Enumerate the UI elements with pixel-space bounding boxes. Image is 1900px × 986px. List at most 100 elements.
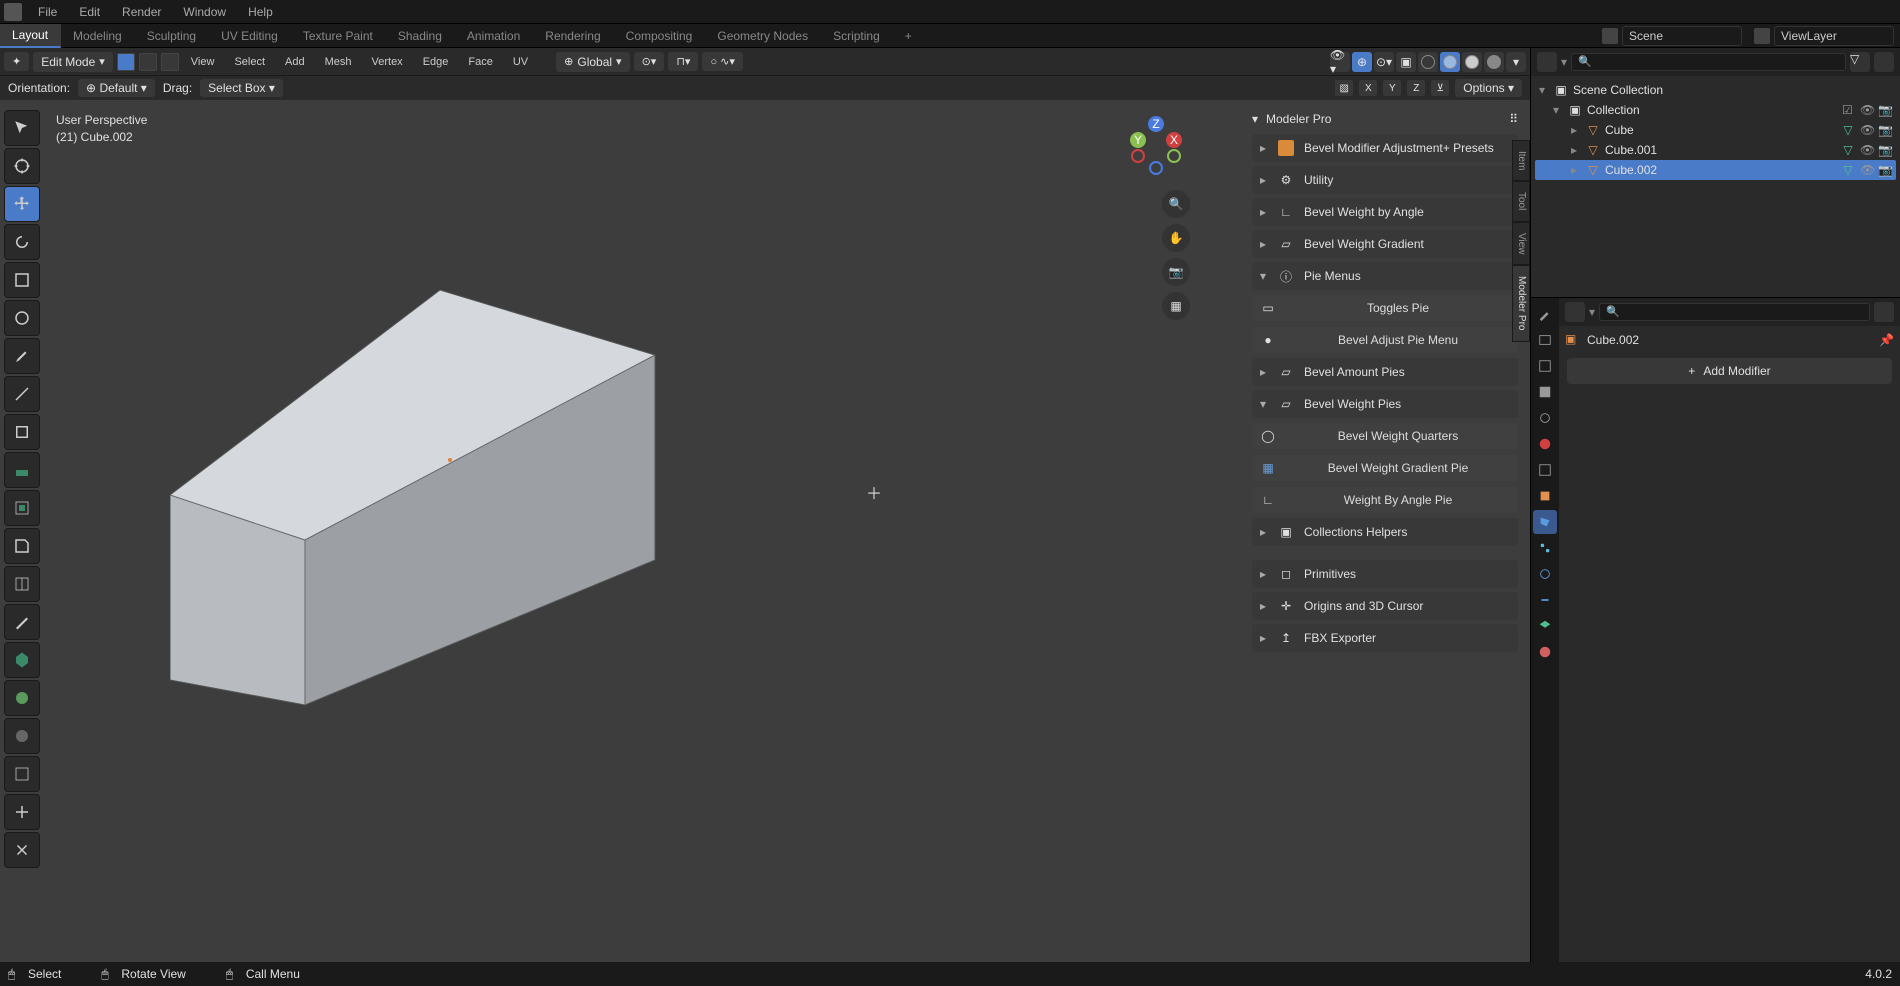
add-menu[interactable]: Add xyxy=(277,53,313,71)
tab-modeler-pro[interactable]: Modeler Pro xyxy=(1512,265,1530,341)
mesh-menu[interactable]: Mesh xyxy=(317,53,360,71)
proportional-edit[interactable]: ○ ∿▾ xyxy=(702,52,742,71)
props-editor-type-icon[interactable] xyxy=(1565,302,1585,322)
face-menu[interactable]: Face xyxy=(460,53,500,71)
mirror-y[interactable]: Y xyxy=(1383,80,1401,96)
editor-type-dropdown[interactable]: ✦ xyxy=(4,52,29,71)
properties-search[interactable] xyxy=(1599,303,1870,321)
section-origins-cursor[interactable]: ▸✛Origins and 3D Cursor xyxy=(1252,592,1518,620)
render-icon[interactable]: 📷 xyxy=(1878,163,1892,177)
pie-bevel-adjust[interactable]: ●Bevel Adjust Pie Menu xyxy=(1252,327,1518,353)
mesh-edit-mode-icon[interactable]: 👁▾ xyxy=(1330,52,1350,72)
face-select-mode[interactable] xyxy=(161,53,179,71)
pie-bevel-weight-quarters[interactable]: ◯Bevel Weight Quarters xyxy=(1252,423,1518,449)
tool-bevel[interactable] xyxy=(4,528,40,564)
menu-edit[interactable]: Edit xyxy=(69,3,110,21)
tab-world-icon[interactable] xyxy=(1533,432,1557,456)
menu-render[interactable]: Render xyxy=(112,3,171,21)
section-bevel-weight-gradient[interactable]: ▸▱Bevel Weight Gradient xyxy=(1252,230,1518,258)
eye-icon[interactable]: 👁 xyxy=(1860,103,1874,117)
tab-viewlayer-icon[interactable] xyxy=(1533,380,1557,404)
tool-scale[interactable] xyxy=(4,262,40,298)
outliner-mode-icon[interactable] xyxy=(1537,52,1557,72)
edge-select-mode[interactable] xyxy=(139,53,157,71)
cube-mesh[interactable] xyxy=(170,285,680,715)
outliner-filter-icon[interactable]: ▽ xyxy=(1850,52,1870,72)
pie-toggles[interactable]: ▭Toggles Pie xyxy=(1252,295,1518,321)
workspace-geonodes[interactable]: Geometry Nodes xyxy=(705,25,821,47)
node-cube001[interactable]: ▸▽Cube.001▽👁📷 xyxy=(1535,140,1896,160)
tool-inset[interactable] xyxy=(4,490,40,526)
tool-smooth[interactable] xyxy=(4,718,40,754)
section-bevel-modifier[interactable]: ▸Bevel Modifier Adjustment+ Presets xyxy=(1252,134,1518,162)
tab-output-icon[interactable] xyxy=(1533,354,1557,378)
edge-menu[interactable]: Edge xyxy=(415,53,457,71)
tool-select-box[interactable] xyxy=(4,110,40,146)
scene-name-input[interactable] xyxy=(1622,26,1742,46)
section-utility[interactable]: ▸⚙Utility xyxy=(1252,166,1518,194)
menu-window[interactable]: Window xyxy=(173,3,236,21)
panel-title[interactable]: ▾Modeler Pro⠿ xyxy=(1252,108,1518,130)
render-icon[interactable]: 📷 xyxy=(1878,143,1892,157)
wireframe-shading[interactable] xyxy=(1418,52,1438,72)
section-bevel-weight-pies[interactable]: ▾▱Bevel Weight Pies xyxy=(1252,390,1518,418)
mirror-toggle[interactable]: ▧ xyxy=(1335,80,1353,96)
xray-toggle[interactable]: ▣ xyxy=(1396,52,1416,72)
eye-icon[interactable]: 👁 xyxy=(1860,123,1874,137)
menu-help[interactable]: Help xyxy=(238,3,283,21)
workspace-shading[interactable]: Shading xyxy=(386,25,455,47)
uv-menu[interactable]: UV xyxy=(505,53,536,71)
tool-edgeslide[interactable] xyxy=(4,756,40,792)
tool-add-cube[interactable] xyxy=(4,414,40,450)
eye-icon[interactable]: 👁 xyxy=(1860,143,1874,157)
perspective-icon[interactable]: ▦ xyxy=(1162,292,1190,320)
scene-selector[interactable] xyxy=(1596,26,1748,46)
show-overlays[interactable]: ⊙▾ xyxy=(1374,52,1394,72)
tab-modifier-icon[interactable] xyxy=(1533,510,1557,534)
section-primitives[interactable]: ▸◻Primitives xyxy=(1252,560,1518,588)
outliner-search[interactable] xyxy=(1571,53,1846,71)
tab-physics-icon[interactable] xyxy=(1533,562,1557,586)
tool-polybuild[interactable] xyxy=(4,642,40,678)
transform-orientation-dropdown[interactable]: ⊕ Global ▾ xyxy=(556,52,629,72)
workspace-modeling[interactable]: Modeling xyxy=(61,25,135,47)
options-dropdown[interactable]: Options ▾ xyxy=(1455,79,1522,97)
view-menu[interactable]: View xyxy=(183,53,223,71)
workspace-add[interactable]: + xyxy=(893,25,925,47)
eye-icon[interactable]: 👁 xyxy=(1860,163,1874,177)
workspace-scripting[interactable]: Scripting xyxy=(821,25,893,47)
tab-constraint-icon[interactable] xyxy=(1533,588,1557,612)
pin-icon[interactable]: 📌 xyxy=(1879,333,1894,347)
viewlayer-selector[interactable] xyxy=(1748,26,1900,46)
add-modifier-button[interactable]: +Add Modifier xyxy=(1567,358,1892,384)
workspace-rendering[interactable]: Rendering xyxy=(533,25,613,47)
workspace-animation[interactable]: Animation xyxy=(455,25,533,47)
tab-data-icon[interactable] xyxy=(1533,614,1557,638)
section-pie-menus[interactable]: ▾ⓘPie Menus xyxy=(1252,262,1518,290)
vertex-menu[interactable]: Vertex xyxy=(364,53,411,71)
pie-bevel-weight-gradient[interactable]: ▦Bevel Weight Gradient Pie xyxy=(1252,455,1518,481)
tool-transform[interactable] xyxy=(4,300,40,336)
tool-extrude[interactable] xyxy=(4,452,40,488)
rendered-shading[interactable] xyxy=(1484,52,1504,72)
tool-knife[interactable] xyxy=(4,604,40,640)
navigation-gizmo[interactable]: Z Y X xyxy=(1122,110,1190,178)
tool-cursor[interactable] xyxy=(4,148,40,184)
tab-scene-icon[interactable] xyxy=(1533,406,1557,430)
tab-render-icon[interactable] xyxy=(1533,328,1557,352)
drag-dropdown[interactable]: Select Box ▾ xyxy=(200,79,283,97)
zoom-icon[interactable]: 🔍 xyxy=(1162,190,1190,218)
viewlayer-name-input[interactable] xyxy=(1774,26,1894,46)
tool-loopcut[interactable] xyxy=(4,566,40,602)
tab-tool-icon[interactable] xyxy=(1533,302,1557,326)
section-bevel-weight-angle[interactable]: ▸∟Bevel Weight by Angle xyxy=(1252,198,1518,226)
render-icon[interactable]: 📷 xyxy=(1878,103,1892,117)
workspace-compositing[interactable]: Compositing xyxy=(614,25,706,47)
menu-file[interactable]: File xyxy=(28,3,67,21)
viewport-3d[interactable]: User Perspective (21) Cube.002 xyxy=(0,100,1530,962)
select-menu[interactable]: Select xyxy=(226,53,273,71)
tab-material-icon[interactable] xyxy=(1533,640,1557,664)
tool-annotate[interactable] xyxy=(4,338,40,374)
tab-particles-icon[interactable] xyxy=(1533,536,1557,560)
node-scene-collection[interactable]: ▾▣Scene Collection xyxy=(1535,80,1896,100)
